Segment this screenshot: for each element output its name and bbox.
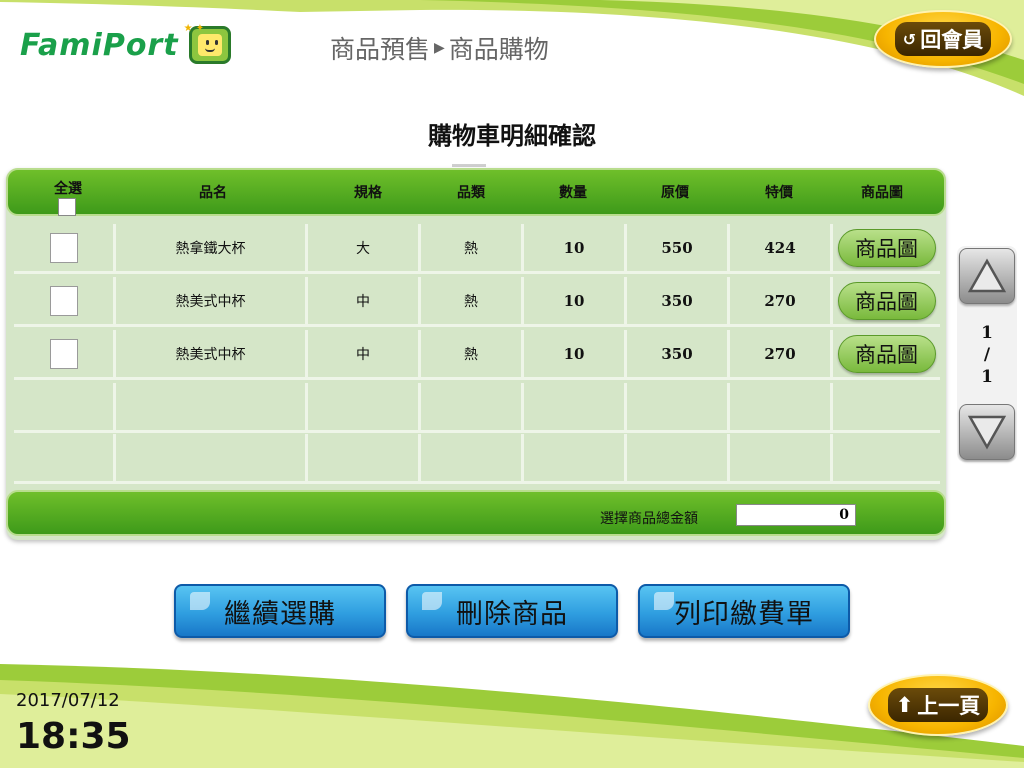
table-row: 熱拿鐵大杯 大 熱 10 550 424 商品圖 xyxy=(14,224,940,274)
header-category: 品類 xyxy=(457,185,485,201)
item-category: 熱 xyxy=(421,277,524,327)
print-bill-label: 列印繳費單 xyxy=(674,598,814,630)
cart-panel: 全選 品名 規格 品類 數量 原價 特價 商品圖 熱拿鐵大杯 大 熱 10 55… xyxy=(6,168,946,540)
header-image: 商品圖 xyxy=(861,185,903,201)
triangle-up-icon xyxy=(967,258,1007,293)
breadcrumb-arrow-icon: ▶ xyxy=(434,40,445,56)
row-checkbox[interactable] xyxy=(49,338,78,369)
item-name: 熱美式中杯 xyxy=(116,277,308,327)
item-special-price: 270 xyxy=(730,277,833,327)
page-down-button[interactable] xyxy=(959,404,1015,460)
page-up-button[interactable] xyxy=(959,248,1015,304)
page-indicator: 1 / 1 xyxy=(957,322,1017,388)
breadcrumb: 商品預售 ▶ 商品購物 xyxy=(330,30,549,66)
header-special-price: 特價 xyxy=(765,185,793,201)
total-amount-label: 選擇商品總金額 xyxy=(600,511,698,527)
logo-text: FamiPort xyxy=(20,27,179,63)
item-special-price: 424 xyxy=(730,224,833,274)
previous-page-button[interactable]: ⬆ 上一頁 xyxy=(868,674,1008,736)
item-quantity: 10 xyxy=(524,330,627,380)
pager: 1 / 1 xyxy=(957,246,1017,462)
item-quantity: 10 xyxy=(524,277,627,327)
header-original-price: 原價 xyxy=(661,185,689,201)
continue-shopping-button[interactable]: 繼續選購 xyxy=(174,584,386,638)
title-divider xyxy=(452,164,486,167)
item-name: 熱拿鐵大杯 xyxy=(116,224,308,274)
delete-item-button[interactable]: 刪除商品 xyxy=(406,584,618,638)
header-quantity: 數量 xyxy=(559,185,587,201)
product-image-button[interactable]: 商品圖 xyxy=(837,334,936,373)
famiport-screen: FamiPort ★ ✦ 商品預售 ▶ 商品購物 ↺ 回會員 購物車明細確認 全… xyxy=(0,0,1024,768)
table-row-empty xyxy=(14,383,940,433)
item-category: 熱 xyxy=(421,224,524,274)
previous-page-label: 上一頁 xyxy=(917,694,981,718)
product-image-button[interactable]: 商品圖 xyxy=(837,228,936,267)
page-title: 購物車明細確認 xyxy=(428,122,596,150)
item-quantity: 10 xyxy=(524,224,627,274)
page-current: 1 xyxy=(981,323,993,343)
table-row: 熱美式中杯 中 熱 10 350 270 商品圖 xyxy=(14,277,940,327)
up-arrow-icon: ⬆ xyxy=(895,693,914,717)
item-original-price: 550 xyxy=(627,224,730,274)
member-button[interactable]: ↺ 回會員 xyxy=(874,10,1012,68)
page-separator: / xyxy=(983,345,991,365)
cart-table-footer: 選擇商品總金額 0 xyxy=(6,490,946,536)
delete-item-label: 刪除商品 xyxy=(456,598,568,630)
total-amount-field: 0 xyxy=(736,504,856,526)
item-spec: 中 xyxy=(308,330,421,380)
select-all-checkbox[interactable] xyxy=(58,198,76,216)
product-image-button[interactable]: 商品圖 xyxy=(837,281,936,320)
item-category: 熱 xyxy=(421,330,524,380)
item-spec: 中 xyxy=(308,277,421,327)
member-button-label: 回會員 xyxy=(920,28,984,52)
breadcrumb-page: 商品購物 xyxy=(448,35,549,64)
header-spec: 規格 xyxy=(354,185,382,201)
cart-table-body: 熱拿鐵大杯 大 熱 10 550 424 商品圖 熱美式中杯 中 熱 10 35… xyxy=(14,224,940,484)
mascot-icon: ★ ✦ xyxy=(184,23,231,64)
table-row: 熱美式中杯 中 熱 10 350 270 商品圖 xyxy=(14,330,940,380)
cart-table-header: 全選 品名 規格 品類 數量 原價 特價 商品圖 xyxy=(6,168,946,216)
return-arrow-icon: ↺ xyxy=(902,29,917,49)
current-time: 18:35 xyxy=(16,716,131,757)
triangle-down-icon xyxy=(967,415,1007,450)
item-name: 熱美式中杯 xyxy=(116,330,308,380)
table-row-empty xyxy=(14,434,940,484)
header-select-all: 全選 xyxy=(54,181,82,197)
breadcrumb-section: 商品預售 xyxy=(330,35,431,64)
item-special-price: 270 xyxy=(730,330,833,380)
print-bill-button[interactable]: 列印繳費單 xyxy=(638,584,850,638)
page-total: 1 xyxy=(981,367,993,387)
famiport-logo: FamiPort ★ ✦ xyxy=(20,23,231,64)
row-checkbox[interactable] xyxy=(49,232,78,263)
row-checkbox[interactable] xyxy=(49,285,78,316)
continue-shopping-label: 繼續選購 xyxy=(224,598,336,630)
current-date: 2017/07/12 xyxy=(16,690,120,711)
item-original-price: 350 xyxy=(627,277,730,327)
item-original-price: 350 xyxy=(627,330,730,380)
item-spec: 大 xyxy=(308,224,421,274)
header-name: 品名 xyxy=(199,185,227,201)
